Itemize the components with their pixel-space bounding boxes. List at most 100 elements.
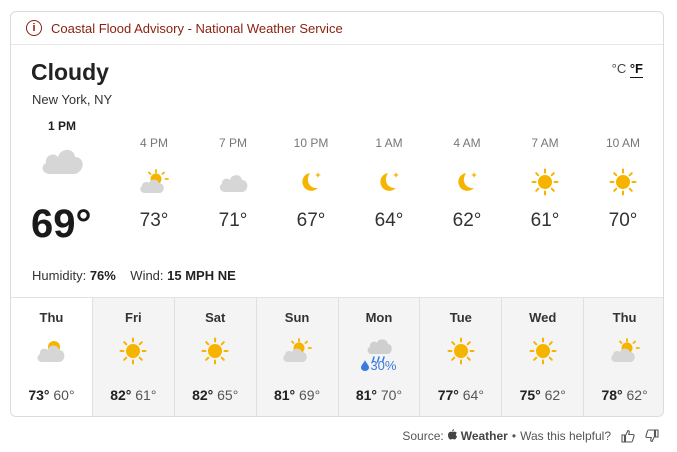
day-tab-sun[interactable]: Sun 81° 69° <box>255 298 338 416</box>
source-brand[interactable]: Weather <box>461 429 508 443</box>
day-low: 60° <box>53 387 75 403</box>
cloud-icon <box>38 142 86 181</box>
hour-time: 4 AM <box>453 136 481 150</box>
partly-sunny-icon <box>584 334 663 368</box>
info-icon: i <box>26 20 42 36</box>
day-tab-fri[interactable]: Fri 82° 61° <box>91 298 174 416</box>
hourly-item: 1 AM 64° <box>359 136 419 232</box>
day-tab-wed[interactable]: Wed 75° 62° <box>501 298 584 416</box>
celsius-toggle[interactable]: °C <box>612 61 627 76</box>
hourly-item: 4 PM 73° <box>124 136 184 232</box>
hour-temperature: 61° <box>530 210 560 231</box>
day-low: 64° <box>462 387 484 403</box>
day-name: Fri <box>125 310 142 325</box>
sun-icon <box>175 334 256 368</box>
hourly-item: 7 PM 71° <box>203 136 263 232</box>
unit-toggle: °C °F <box>612 61 643 78</box>
moon-icon <box>281 162 341 202</box>
hour-time: 4 PM <box>139 136 168 150</box>
hour-time: 1 AM <box>375 136 403 150</box>
fahrenheit-toggle[interactable]: °F <box>629 61 643 78</box>
day-temps: 78° 62° <box>584 387 663 403</box>
day-temps: 81° 69° <box>257 387 338 403</box>
hour-time: 10 AM <box>605 136 641 150</box>
day-low: 69° <box>299 387 321 403</box>
sun-icon <box>93 334 174 368</box>
hourly-item: 4 AM 62° <box>437 136 497 232</box>
day-name: Sat <box>205 310 226 325</box>
hourly-item: 10 AM 70° <box>593 136 653 232</box>
precip-chance: 30% <box>339 358 420 373</box>
helpful-question: Was this helpful? <box>520 429 611 443</box>
partly-sunny-icon <box>257 334 338 368</box>
day-temps: 82° 61° <box>93 387 174 403</box>
day-temps: 75° 62° <box>502 387 583 403</box>
hour-temperature: 62° <box>452 210 482 231</box>
daily-forecast: Thu 73° 60° Fri 82° 61° Sat 82° 65° Sun 81° 69°… <box>11 297 663 416</box>
cloud-icon <box>203 162 263 202</box>
current-time: 1 PM <box>48 119 77 133</box>
hour-temperature: 71° <box>218 210 248 231</box>
thumbs-up-icon[interactable] <box>621 429 635 443</box>
day-tab-mon[interactable]: Mon 30% 81° 70° <box>337 298 420 416</box>
weather-card: i Coastal Flood Advisory - National Weat… <box>10 11 664 417</box>
current-condition: Cloudy <box>31 59 109 85</box>
day-high: 81° <box>273 387 296 403</box>
current-temperature: 69° <box>31 202 92 246</box>
source-label: Source: <box>402 429 444 443</box>
moon-icon <box>359 162 419 202</box>
hourly-item: 10 PM 67° <box>281 136 341 232</box>
apple-icon <box>447 429 457 443</box>
sun-icon <box>502 334 583 368</box>
day-low: 65° <box>217 387 239 403</box>
day-high: 82° <box>110 387 132 403</box>
day-temps: 77° 64° <box>420 387 501 403</box>
sun-icon <box>420 334 501 368</box>
day-tab-thu[interactable]: Thu 73° 60° <box>11 298 92 416</box>
day-high: 81° <box>355 387 377 403</box>
day-tab-thu[interactable]: Thu 78° 62° <box>583 298 663 416</box>
hour-temperature: 70° <box>608 210 638 231</box>
thumbs-down-icon[interactable] <box>645 429 659 443</box>
day-tab-sat[interactable]: Sat 82° 65° <box>173 298 256 416</box>
advisory-text: Coastal Flood Advisory - National Weathe… <box>51 20 343 36</box>
sun-icon <box>593 162 653 202</box>
day-high: 75° <box>519 387 541 403</box>
partly-cloudy-icon <box>11 334 92 368</box>
hour-temperature: 67° <box>296 210 326 231</box>
hour-temperature: 73° <box>139 210 169 231</box>
precip-value: 30% <box>370 358 397 373</box>
day-low: 62° <box>544 387 566 403</box>
day-low: 62° <box>626 387 648 403</box>
humidity-value: 76% <box>89 268 116 283</box>
day-high: 78° <box>601 387 623 403</box>
day-low: 70° <box>380 387 403 403</box>
day-high: 73° <box>28 387 50 403</box>
current-details: Humidity: 76% Wind: 15 MPH NE <box>32 268 236 283</box>
day-name: Mon <box>365 310 393 325</box>
day-temps: 81° 70° <box>339 387 420 403</box>
day-name: Tue <box>449 310 472 325</box>
day-name: Thu <box>39 310 64 325</box>
footer: Source: Weather • Was this helpful? <box>402 429 659 443</box>
separator: • <box>511 429 517 443</box>
day-name: Sun <box>284 310 310 325</box>
day-name: Wed <box>529 310 557 325</box>
hour-time: 10 PM <box>293 136 329 150</box>
location: New York, NY <box>32 92 113 107</box>
moon-icon <box>437 162 497 202</box>
raindrop-icon <box>361 360 370 371</box>
humidity-label: Humidity: <box>32 268 87 283</box>
day-high: 82° <box>192 387 214 403</box>
day-temps: 82° 65° <box>175 387 256 403</box>
day-low: 61° <box>135 387 157 403</box>
wind-value: 15 MPH NE <box>167 268 236 283</box>
day-name: Thu <box>612 310 637 325</box>
advisory-banner[interactable]: i Coastal Flood Advisory - National Weat… <box>11 12 663 45</box>
hour-time: 7 PM <box>218 136 247 150</box>
partly-sunny-icon <box>124 162 184 202</box>
day-temps: 73° 60° <box>11 387 92 403</box>
wind-label: Wind: <box>130 268 164 283</box>
day-tab-tue[interactable]: Tue 77° 64° <box>419 298 502 416</box>
hour-time: 7 AM <box>531 136 559 150</box>
